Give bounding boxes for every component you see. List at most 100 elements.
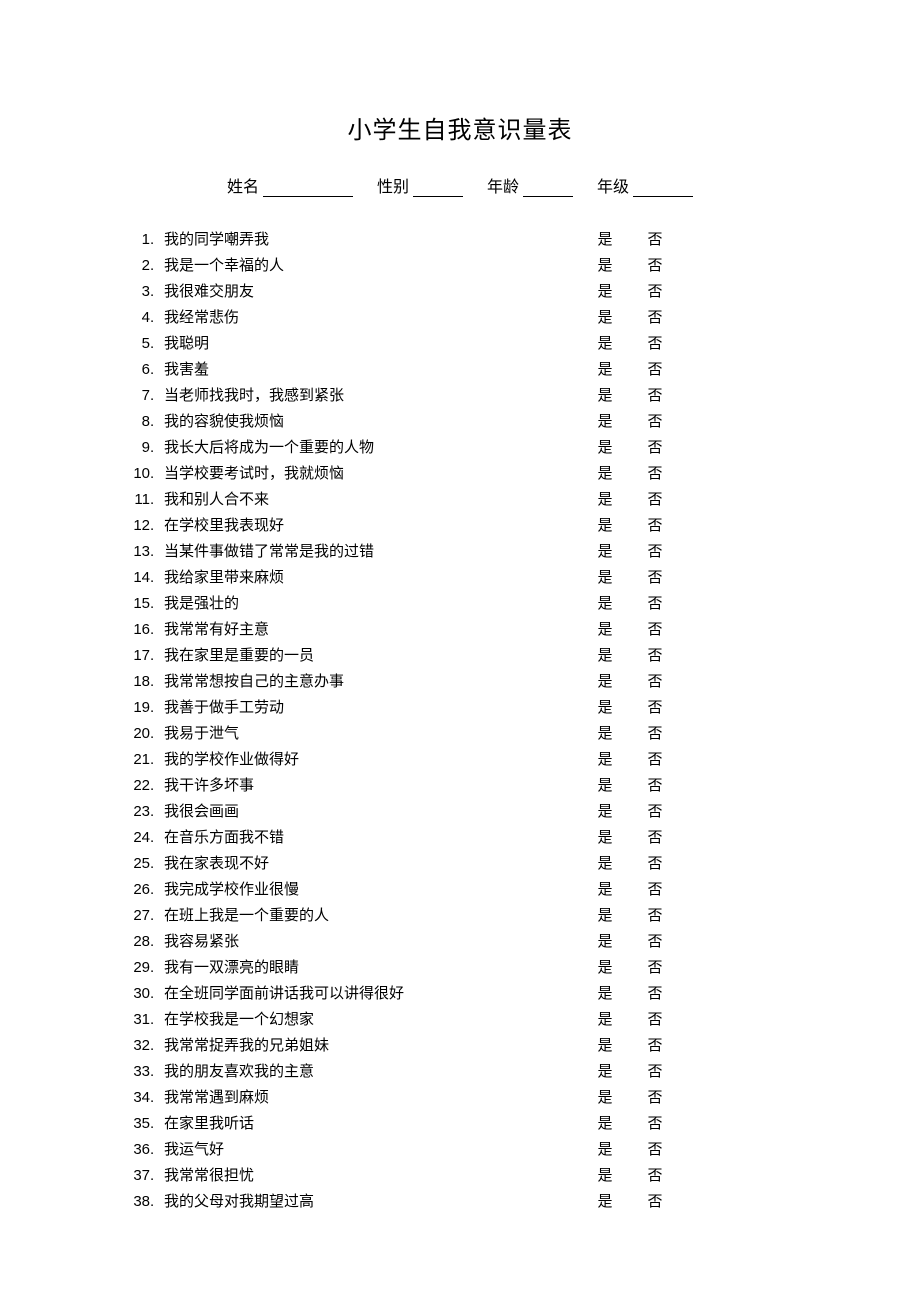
answer-no[interactable]: 否	[630, 799, 680, 825]
answer-yes[interactable]: 是	[580, 435, 630, 461]
answer-yes[interactable]: 是	[580, 981, 630, 1007]
answer-yes[interactable]: 是	[580, 305, 630, 331]
answer-yes[interactable]: 是	[580, 695, 630, 721]
question-text: 在班上我是一个重要的人	[164, 903, 580, 929]
answer-yes[interactable]: 是	[580, 773, 630, 799]
answer-no[interactable]: 否	[630, 1007, 680, 1033]
answer-no[interactable]: 否	[630, 1163, 680, 1189]
answer-no[interactable]: 否	[630, 903, 680, 929]
answer-no[interactable]: 否	[630, 227, 680, 253]
field-name: 姓名	[227, 173, 353, 197]
question-dot: .	[150, 669, 164, 695]
answer-yes[interactable]: 是	[580, 643, 630, 669]
answer-no[interactable]: 否	[630, 877, 680, 903]
answer-yes[interactable]: 是	[580, 331, 630, 357]
answer-no[interactable]: 否	[630, 461, 680, 487]
name-input-line[interactable]	[263, 178, 353, 197]
answer-yes[interactable]: 是	[580, 279, 630, 305]
answer-no[interactable]: 否	[630, 1033, 680, 1059]
question-dot: .	[150, 1007, 164, 1033]
answer-yes[interactable]: 是	[580, 877, 630, 903]
answer-yes[interactable]: 是	[580, 903, 630, 929]
question-row: 22.我干许多坏事是否	[120, 773, 800, 799]
header-fields: 姓名 性别 年龄 年级	[120, 173, 800, 197]
question-number: 22	[120, 773, 150, 799]
answer-no[interactable]: 否	[630, 747, 680, 773]
answer-no[interactable]: 否	[630, 487, 680, 513]
answer-no[interactable]: 否	[630, 591, 680, 617]
answer-no[interactable]: 否	[630, 357, 680, 383]
grade-input-line[interactable]	[633, 178, 693, 197]
answer-yes[interactable]: 是	[580, 1137, 630, 1163]
answer-no[interactable]: 否	[630, 253, 680, 279]
question-text: 我的学校作业做得好	[164, 747, 580, 773]
answer-no[interactable]: 否	[630, 851, 680, 877]
question-dot: .	[150, 721, 164, 747]
question-dot: .	[150, 1163, 164, 1189]
answer-yes[interactable]: 是	[580, 591, 630, 617]
question-number: 23	[120, 799, 150, 825]
answer-no[interactable]: 否	[630, 435, 680, 461]
answer-yes[interactable]: 是	[580, 253, 630, 279]
answer-no[interactable]: 否	[630, 1085, 680, 1111]
answer-no[interactable]: 否	[630, 617, 680, 643]
answer-no[interactable]: 否	[630, 929, 680, 955]
answer-yes[interactable]: 是	[580, 669, 630, 695]
answer-yes[interactable]: 是	[580, 1085, 630, 1111]
answer-yes[interactable]: 是	[580, 851, 630, 877]
question-number: 16	[120, 617, 150, 643]
question-dot: .	[150, 357, 164, 383]
answer-no[interactable]: 否	[630, 643, 680, 669]
answer-no[interactable]: 否	[630, 279, 680, 305]
answer-no[interactable]: 否	[630, 1059, 680, 1085]
question-text: 在全班同学面前讲话我可以讲得很好	[164, 981, 580, 1007]
answer-no[interactable]: 否	[630, 539, 680, 565]
answer-yes[interactable]: 是	[580, 617, 630, 643]
answer-no[interactable]: 否	[630, 981, 680, 1007]
answer-no[interactable]: 否	[630, 409, 680, 435]
question-row: 6.我害羞是否	[120, 357, 800, 383]
answer-yes[interactable]: 是	[580, 929, 630, 955]
age-input-line[interactable]	[523, 178, 573, 197]
question-number: 19	[120, 695, 150, 721]
answer-yes[interactable]: 是	[580, 1007, 630, 1033]
answer-no[interactable]: 否	[630, 773, 680, 799]
answer-yes[interactable]: 是	[580, 747, 630, 773]
answer-yes[interactable]: 是	[580, 409, 630, 435]
answer-no[interactable]: 否	[630, 331, 680, 357]
answer-yes[interactable]: 是	[580, 799, 630, 825]
answer-yes[interactable]: 是	[580, 487, 630, 513]
answer-yes[interactable]: 是	[580, 1059, 630, 1085]
answer-yes[interactable]: 是	[580, 357, 630, 383]
answer-no[interactable]: 否	[630, 669, 680, 695]
answer-no[interactable]: 否	[630, 383, 680, 409]
answer-yes[interactable]: 是	[580, 1189, 630, 1215]
answer-no[interactable]: 否	[630, 1111, 680, 1137]
question-number: 24	[120, 825, 150, 851]
answer-yes[interactable]: 是	[580, 955, 630, 981]
answer-yes[interactable]: 是	[580, 227, 630, 253]
gender-input-line[interactable]	[413, 178, 463, 197]
answer-yes[interactable]: 是	[580, 383, 630, 409]
answer-yes[interactable]: 是	[580, 721, 630, 747]
answer-no[interactable]: 否	[630, 955, 680, 981]
answer-yes[interactable]: 是	[580, 1033, 630, 1059]
answer-no[interactable]: 否	[630, 565, 680, 591]
answer-yes[interactable]: 是	[580, 513, 630, 539]
question-text: 我在家里是重要的一员	[164, 643, 580, 669]
answer-yes[interactable]: 是	[580, 461, 630, 487]
answer-no[interactable]: 否	[630, 513, 680, 539]
answer-no[interactable]: 否	[630, 695, 680, 721]
question-dot: .	[150, 1059, 164, 1085]
answer-no[interactable]: 否	[630, 1189, 680, 1215]
answer-yes[interactable]: 是	[580, 565, 630, 591]
answer-yes[interactable]: 是	[580, 825, 630, 851]
question-dot: .	[150, 1033, 164, 1059]
answer-no[interactable]: 否	[630, 305, 680, 331]
answer-no[interactable]: 否	[630, 825, 680, 851]
answer-yes[interactable]: 是	[580, 539, 630, 565]
answer-no[interactable]: 否	[630, 1137, 680, 1163]
answer-yes[interactable]: 是	[580, 1111, 630, 1137]
answer-yes[interactable]: 是	[580, 1163, 630, 1189]
answer-no[interactable]: 否	[630, 721, 680, 747]
